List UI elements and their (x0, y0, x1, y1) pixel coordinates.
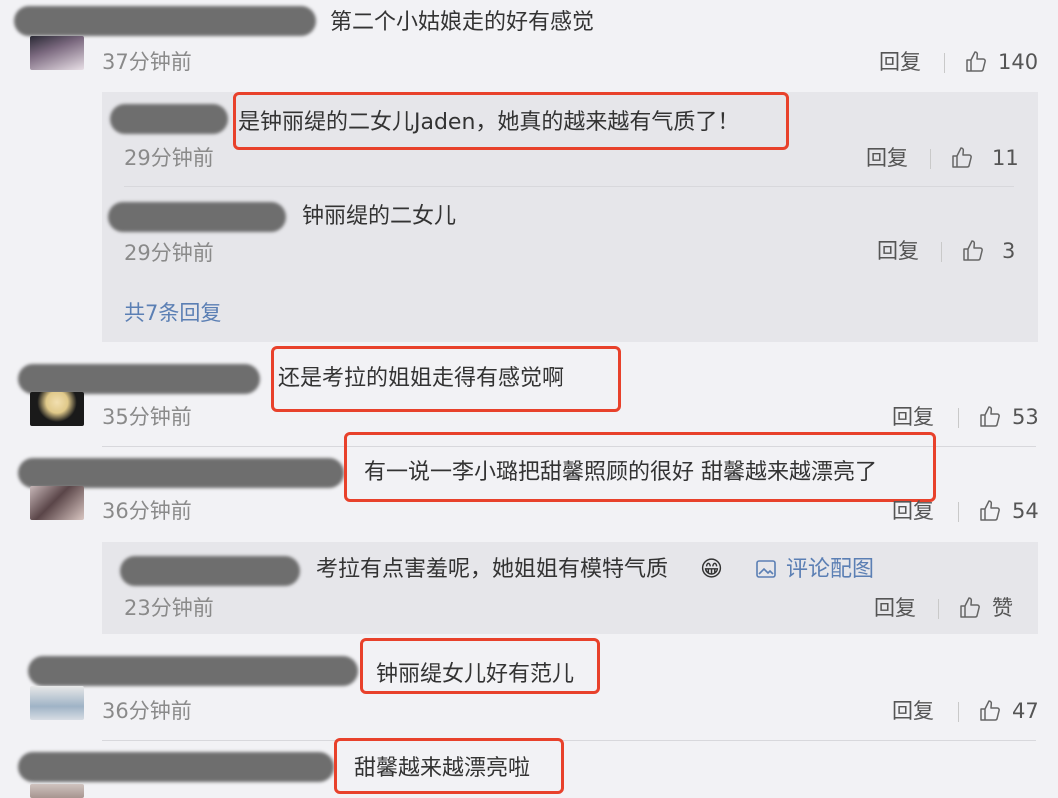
reply-button[interactable]: 回复 (892, 696, 934, 726)
reply-button[interactable]: 回复 (874, 593, 916, 623)
avatar[interactable] (30, 36, 84, 70)
thumbs-up-icon[interactable] (961, 239, 985, 263)
reply-time: 29分钟前 (124, 241, 214, 265)
like-count: 54 (1012, 499, 1039, 523)
username-blurred[interactable] (108, 202, 286, 232)
separator (958, 408, 959, 428)
comment-time: 36分钟前 (102, 699, 192, 723)
divider (102, 740, 1036, 741)
highlight-box (271, 346, 621, 412)
like-count: 140 (998, 50, 1039, 74)
comment-time: 37分钟前 (102, 50, 192, 74)
highlight-box (344, 432, 936, 502)
comment-time: 35分钟前 (102, 405, 192, 429)
reply-button[interactable]: 回复 (892, 496, 934, 526)
like-label: 赞 (992, 596, 1013, 620)
username-blurred[interactable] (110, 104, 228, 134)
like-count: 3 (1002, 239, 1016, 263)
reply-button[interactable]: 回复 (892, 402, 934, 432)
thumbs-up-icon[interactable] (964, 50, 988, 74)
highlight-box (233, 92, 789, 150)
separator (958, 502, 959, 522)
like-count: 11 (992, 146, 1019, 170)
thumbs-up-icon[interactable] (978, 405, 1002, 429)
thumbs-up-icon[interactable] (978, 499, 1002, 523)
reply-button[interactable]: 回复 (866, 143, 908, 173)
reply-button[interactable]: 回复 (877, 236, 919, 266)
username-blurred[interactable] (18, 458, 344, 488)
separator (958, 702, 959, 722)
separator (941, 242, 942, 262)
separator (944, 53, 945, 73)
username-blurred[interactable] (18, 364, 260, 394)
separator (938, 599, 939, 619)
reply-button[interactable]: 回复 (879, 47, 921, 77)
divider (124, 186, 1014, 187)
username-blurred[interactable] (120, 556, 300, 586)
image-icon[interactable] (756, 560, 776, 578)
grin-emoji: 😁 (700, 557, 723, 582)
comment-text: 第二个小姑娘走的好有感觉 (330, 10, 595, 35)
avatar[interactable] (30, 392, 84, 426)
reply-text: 钟丽缇的二女儿 (302, 204, 457, 229)
comment-time: 36分钟前 (102, 499, 192, 523)
like-count: 53 (1012, 405, 1039, 429)
highlight-box (334, 738, 564, 794)
avatar[interactable] (30, 686, 84, 720)
username-blurred[interactable] (14, 6, 316, 36)
username-blurred[interactable] (18, 752, 334, 782)
highlight-box (360, 638, 600, 694)
like-count: 47 (1012, 699, 1039, 723)
reply-text: 考拉有点害羞呢，她姐姐有模特气质 (316, 557, 669, 582)
thumbs-up-icon[interactable] (958, 596, 982, 620)
reply-time: 23分钟前 (124, 596, 214, 620)
thumbs-up-icon[interactable] (950, 146, 974, 170)
avatar[interactable] (30, 784, 84, 798)
thumbs-up-icon[interactable] (978, 699, 1002, 723)
comment-image-link[interactable]: 评论配图 (786, 555, 874, 585)
avatar[interactable] (30, 486, 84, 520)
username-blurred[interactable] (28, 656, 358, 686)
reply-time: 29分钟前 (124, 146, 214, 170)
separator (930, 149, 931, 169)
more-replies-link[interactable]: 共7条回复 (124, 298, 221, 328)
